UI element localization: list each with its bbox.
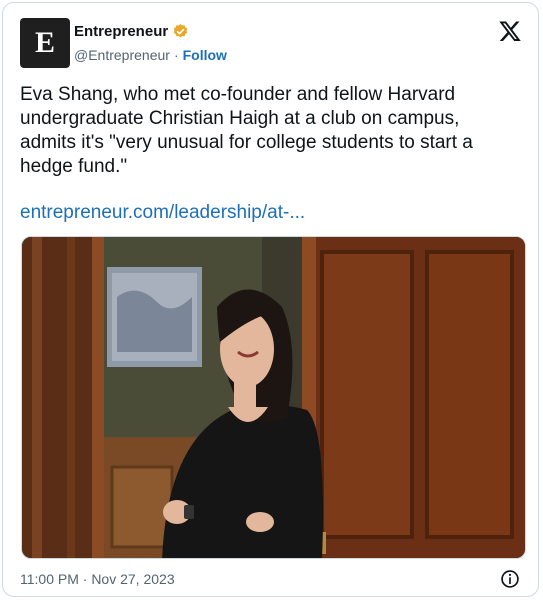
account-name-row: Entrepreneur xyxy=(74,23,189,40)
tweet-text: Eva Shang, who met co-founder and fellow… xyxy=(20,84,473,177)
x-logo-icon[interactable] xyxy=(498,19,522,43)
account-avatar[interactable]: E xyxy=(20,18,70,68)
tweet-card: E Entrepreneur @Entrepreneur · Follow Ev… xyxy=(2,2,539,597)
info-icon[interactable] xyxy=(500,569,520,589)
tweet-photo[interactable] xyxy=(21,236,526,559)
verified-badge-icon xyxy=(173,24,188,38)
photo-illustration xyxy=(22,237,525,558)
article-link[interactable]: entrepreneur.com/leadership/at-... xyxy=(20,202,305,224)
account-handle[interactable]: @Entrepreneur xyxy=(74,47,170,63)
account-name[interactable]: Entrepreneur xyxy=(74,23,168,40)
follow-button[interactable]: Follow xyxy=(183,47,227,63)
separator-dot: · xyxy=(173,47,179,63)
tweet-timestamp[interactable]: 11:00 PM · Nov 27, 2023 xyxy=(20,571,175,587)
avatar-letter: E xyxy=(34,26,55,59)
handle-row: @Entrepreneur · Follow xyxy=(74,47,227,63)
